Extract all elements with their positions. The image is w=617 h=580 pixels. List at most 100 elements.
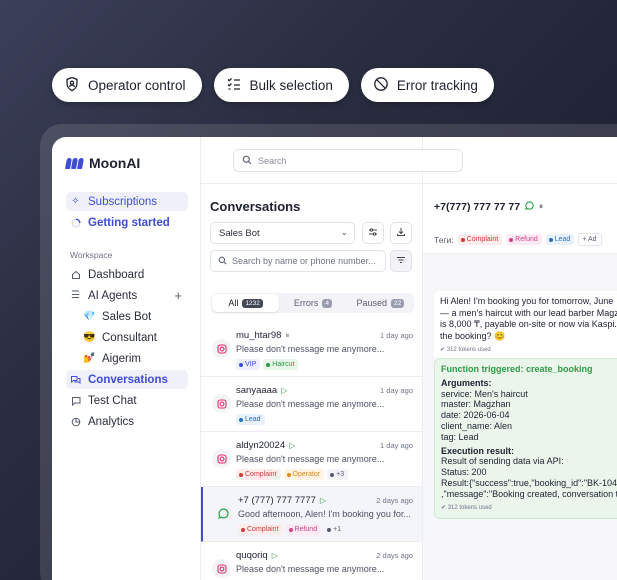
tag-label: Operator xyxy=(292,471,321,478)
conversation-time: 2 days ago xyxy=(376,551,413,560)
bot-message: Hi Alen! I'm booking you for tomorrow, J… xyxy=(434,291,617,361)
sidebar-item-label: Test Chat xyxy=(88,394,137,407)
app-window: MoonAI ✧ Subscriptions Getting started W… xyxy=(52,137,617,580)
conversations-panel: Search Conversations Sales Bot ⌄ Search … xyxy=(201,137,463,580)
sidebar-item-consultant[interactable]: 😎 Consultant xyxy=(66,328,188,347)
tab-count: 4 xyxy=(322,298,333,308)
pause-icon: ⏸ xyxy=(285,330,290,340)
topbar-divider xyxy=(201,183,617,184)
instagram-icon xyxy=(212,394,231,413)
chat-panel: +7(777) 777 77 77 ⏸ Теги: Complaint Refu… xyxy=(423,137,617,580)
sunglasses-emoji-icon: 😎 xyxy=(83,332,96,343)
sidebar-item-label: Analytics xyxy=(88,415,135,428)
tag-badge[interactable]: Lead xyxy=(545,234,575,245)
conversation-name: mu_htar98 xyxy=(236,330,282,341)
tag-label: +3 xyxy=(336,471,345,478)
sliders-icon xyxy=(368,227,378,240)
tag-badge[interactable]: Complaint xyxy=(457,234,503,245)
tag-label: Lead xyxy=(554,236,571,243)
feature-pills: Operator control Bulk selection Error tr… xyxy=(52,68,494,102)
conversation-time: 2 days ago xyxy=(376,496,413,505)
pill-label: Error tracking xyxy=(396,77,478,93)
download-button[interactable] xyxy=(390,222,412,244)
whatsapp-icon xyxy=(214,504,233,523)
conversation-search-input[interactable]: Search by name or phone number... xyxy=(210,250,386,272)
tag-list: VIP Haircut xyxy=(236,359,299,370)
conversation-preview: Please don't message me anymore... xyxy=(236,399,385,409)
tab-count: 22 xyxy=(390,298,405,308)
sparkle-icon: ✧ xyxy=(71,196,80,207)
tag-badge: Lead xyxy=(236,414,265,425)
global-search-input[interactable]: Search xyxy=(233,149,463,172)
tag-badge-more: +3 xyxy=(327,469,349,480)
message-line: — a men's haircut with our lead barber M… xyxy=(440,307,617,318)
tag-badge: Complaint xyxy=(238,524,283,535)
play-icon: ▷ xyxy=(281,386,288,395)
sidebar-item-analytics[interactable]: Analytics xyxy=(66,412,188,431)
sidebar-item-label: Getting started xyxy=(88,216,170,229)
conversation-time: 1 day ago xyxy=(380,386,413,395)
arg-line: date: 2026-06-04 xyxy=(441,410,510,421)
conversation-row[interactable]: quqoriq ▷ 2 days ago Please don't messag… xyxy=(201,542,422,580)
add-agent-icon[interactable]: + xyxy=(174,288,182,303)
pause-icon[interactable]: ⏸ xyxy=(539,202,543,212)
message-line: is 8,000 ₸, payable on-site or now via K… xyxy=(440,319,617,329)
chat-phone: +7(777) 777 77 77 xyxy=(434,201,521,213)
conversation-name: sanyaaaa xyxy=(236,385,278,396)
sidebar-item-ai-agents[interactable]: ☰ AI Agents + xyxy=(66,286,188,305)
message-line: the booking? 😊 xyxy=(440,330,506,341)
conversation-row[interactable]: +7 (777) 777 7777 ▷ 2 days ago Good afte… xyxy=(201,487,422,542)
pill-operator-control: Operator control xyxy=(52,68,202,102)
tag-list: Complaint Refund +1 xyxy=(238,524,345,535)
page-title: Conversations xyxy=(210,199,301,214)
instagram-icon xyxy=(212,449,231,468)
shield-user-icon xyxy=(64,76,80,95)
bot-select-value: Sales Bot xyxy=(219,227,260,239)
sidebar-item-label: Aigerim xyxy=(102,352,141,365)
conversation-row[interactable]: aldyn20024 ▷ 1 day ago Please don't mess… xyxy=(201,432,422,487)
tab-paused[interactable]: Paused 22 xyxy=(347,294,414,312)
sidebar-item-test-chat[interactable]: Test Chat xyxy=(66,391,188,410)
tab-label: Errors xyxy=(293,298,319,308)
conversation-preview: Please don't message me anymore... xyxy=(236,344,385,354)
tag-badge: Operator xyxy=(283,469,325,480)
conversation-row[interactable]: sanyaaaa ▷ 1 day ago Please don't messag… xyxy=(201,377,422,432)
conversation-name-wrap: quqoriq ▷ xyxy=(236,550,278,561)
sidebar-item-aigerim[interactable]: 💅 Aigerim xyxy=(66,349,188,368)
filter-button[interactable] xyxy=(390,250,412,272)
instagram-icon xyxy=(212,559,231,578)
bot-select[interactable]: Sales Bot ⌄ xyxy=(210,222,355,244)
conversation-name-wrap: mu_htar98 ⏸ xyxy=(236,330,289,341)
section-label-workspace: Workspace xyxy=(70,250,113,260)
sidebar-item-label: Subscriptions xyxy=(88,195,158,208)
sidebar-item-dashboard[interactable]: Dashboard xyxy=(66,265,188,284)
tag-label: Complaint xyxy=(247,526,279,533)
sidebar-item-conversations[interactable]: Conversations xyxy=(66,370,188,389)
download-icon xyxy=(396,227,406,240)
tab-all[interactable]: All 1232 xyxy=(212,294,280,312)
tag-badge: Refund xyxy=(285,524,322,535)
play-icon: ▷ xyxy=(289,441,296,450)
add-tag-label: + Ad xyxy=(582,236,597,243)
play-icon: ▷ xyxy=(319,496,327,505)
add-tag-button[interactable]: + Ad xyxy=(578,233,602,246)
brand-logo[interactable]: MoonAI xyxy=(65,153,188,173)
tab-errors[interactable]: Errors 4 xyxy=(279,294,346,312)
sidebar-item-subscriptions[interactable]: ✧ Subscriptions xyxy=(66,192,188,211)
tag-badge: VIP xyxy=(236,359,261,370)
conversation-name: aldyn20024 xyxy=(236,440,286,451)
message-line: Hi Alen! I'm booking you for tomorrow, J… xyxy=(440,296,614,306)
conversation-name-wrap: aldyn20024 ▷ xyxy=(236,440,295,451)
conversation-tabs: All 1232 Errors 4 Paused 22 xyxy=(211,293,414,313)
filter-settings-button[interactable] xyxy=(362,222,384,244)
tag-label: Complaint xyxy=(245,471,277,478)
sidebar-item-sales-bot[interactable]: 💎 Sales Bot xyxy=(66,307,188,326)
tag-label: Lead xyxy=(245,416,261,423)
checklist-icon xyxy=(226,76,242,95)
tag-list: Lead xyxy=(236,414,265,425)
filter-icon xyxy=(396,255,406,268)
home-icon xyxy=(70,269,81,280)
tag-badge[interactable]: Refund xyxy=(506,234,542,245)
sidebar-item-getting-started[interactable]: Getting started xyxy=(66,213,188,232)
conversation-row[interactable]: mu_htar98 ⏸ 1 day ago Please don't messa… xyxy=(201,322,422,377)
